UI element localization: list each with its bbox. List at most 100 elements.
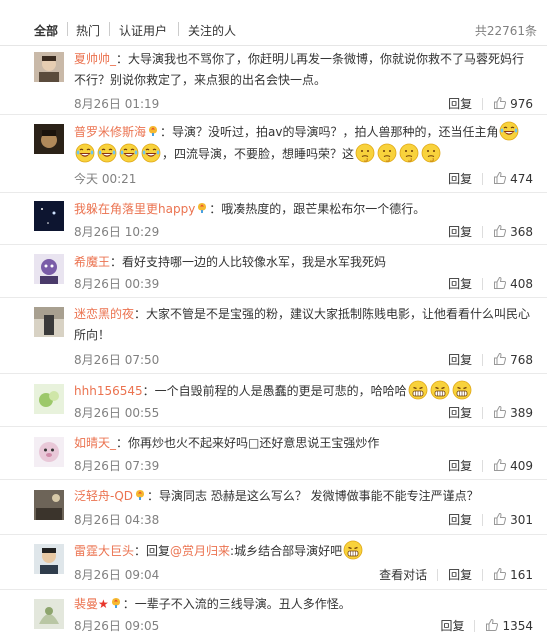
reply-button[interactable]: 回复 (448, 351, 472, 368)
comment-author[interactable]: 裴曼 (74, 597, 98, 611)
reply-button[interactable]: 回复 (440, 617, 464, 633)
avatar[interactable] (34, 384, 64, 414)
laughing-emoji-icon (75, 143, 95, 163)
like-button[interactable]: 408 (493, 276, 533, 291)
comment-text: ：一辈子不入流的三线导演。丑人多作怪。 (122, 597, 351, 611)
like-button[interactable]: 368 (493, 224, 533, 239)
tab-verified-users[interactable]: 认证用户 (119, 22, 167, 39)
star-icon: ★ (98, 597, 109, 611)
comment-item: 夏帅帅_：大导演我也不骂你了，你赶明儿再发一条微博，你就说你救不了马蓉死妈行不行… (0, 46, 547, 115)
comment-time: 8月26日 07:50 (74, 353, 160, 367)
comment-item: 如晴天_：你再炒也火不起来好吗□还好意思说王宝强炒作 8月26日 07:39 回… (0, 427, 547, 480)
grinning-emoji-icon (343, 540, 363, 560)
like-button[interactable]: 976 (493, 96, 533, 111)
grinning-emoji-icon (430, 380, 450, 400)
reply-button[interactable]: 回复 (448, 404, 472, 421)
avatar[interactable] (34, 544, 64, 574)
member-badge-icon (110, 597, 122, 609)
comment-item: 迷恋黑的夜：大家不管是不是宝强的粉，建议大家抵制陈贱电影，让他看看什么叫民心所向… (0, 298, 547, 374)
comment-time: 8月26日 04:38 (74, 513, 160, 527)
laughing-emoji-icon (141, 143, 161, 163)
thinking-emoji-icon (377, 143, 397, 163)
like-count: 976 (510, 97, 533, 111)
comment-author[interactable]: 夏帅帅_ (74, 52, 116, 66)
thumbs-up-icon (493, 96, 507, 110)
comment-text: ：导演？没听过，拍av的导演吗？，拍人兽那种的，还当任主角 (160, 125, 499, 139)
member-badge-icon (147, 125, 159, 137)
comment-text: ：看好支持哪一边的人比较像水军，我是水军我死妈 (110, 255, 387, 269)
comments-panel: 全部 热门 认证用户 关注的人 共22761条 夏帅帅_：大导演我也不骂你了，你… (0, 0, 547, 633)
tab-hot[interactable]: 热门 (76, 22, 100, 39)
tab-divider (109, 22, 110, 36)
action-divider (482, 569, 484, 581)
comment-text-continued: :城乡结合部导演好吧 (230, 544, 343, 558)
comment-author[interactable]: 雷霆大巨头 (74, 544, 134, 558)
comment-author[interactable]: hhh156545 (74, 384, 143, 398)
avatar[interactable] (34, 490, 64, 520)
avatar[interactable] (34, 437, 64, 467)
comment-time: 8月26日 01:19 (74, 97, 160, 111)
avatar[interactable] (34, 254, 64, 284)
reply-button[interactable]: 回复 (448, 275, 472, 292)
like-button[interactable]: 1354 (485, 618, 533, 633)
comment-author[interactable]: 迷恋黑的夜 (74, 307, 134, 321)
thumbs-up-icon (493, 352, 507, 366)
like-button[interactable]: 161 (493, 567, 533, 582)
comment-author[interactable]: 希魔王 (74, 255, 110, 269)
reply-button[interactable]: 回复 (448, 223, 472, 240)
reply-button[interactable]: 回复 (448, 566, 472, 583)
like-count: 409 (510, 459, 533, 473)
reply-button[interactable]: 回复 (448, 457, 472, 474)
avatar[interactable] (34, 124, 64, 154)
like-count: 389 (510, 406, 533, 420)
comment-text: ：回复 (134, 544, 171, 558)
thumbs-up-icon (493, 224, 507, 238)
reply-button[interactable]: 回复 (448, 170, 472, 187)
like-count: 768 (510, 353, 533, 367)
comment-text: ：大家不管是不是宝强的粉，建议大家抵制陈贱电影，让他看看什么叫民心所向！ (74, 307, 531, 342)
comment-time: 8月26日 09:04 (74, 568, 160, 582)
thumbs-up-icon (493, 405, 507, 419)
thinking-emoji-icon (421, 143, 441, 163)
like-count: 1354 (502, 619, 533, 633)
tab-divider (178, 22, 179, 36)
member-badge-icon (196, 202, 208, 214)
view-dialog-button[interactable]: 查看对话 (379, 566, 427, 583)
action-divider (482, 98, 484, 110)
like-button[interactable]: 389 (493, 405, 533, 420)
comment-text: ：一个自毁前程的人是愚蠢的更是可悲的，哈哈哈 (142, 384, 407, 398)
action-divider (482, 226, 484, 238)
like-button[interactable]: 768 (493, 352, 533, 367)
thinking-emoji-icon (399, 143, 419, 163)
like-button[interactable]: 409 (493, 458, 533, 473)
avatar[interactable] (34, 307, 64, 337)
like-count: 301 (510, 513, 533, 527)
action-divider (482, 514, 484, 526)
comment-time: 8月26日 10:29 (74, 225, 160, 239)
reply-button[interactable]: 回复 (448, 511, 472, 528)
comment-author[interactable]: 如晴天_ (74, 436, 116, 450)
comment-author[interactable]: 普罗米修斯海 (74, 125, 146, 139)
avatar[interactable] (34, 201, 64, 231)
comment-item: 希魔王：看好支持哪一边的人比较像水军，我是水军我死妈 8月26日 00:39 回… (0, 245, 547, 298)
avatar[interactable] (34, 52, 64, 82)
avatar[interactable] (34, 599, 64, 629)
action-divider (482, 407, 484, 419)
thumbs-up-icon (493, 276, 507, 290)
comment-author[interactable]: 泛轻舟-QD (74, 489, 133, 503)
laughing-emoji-icon (97, 143, 117, 163)
comment-time: 今天 00:21 (74, 172, 137, 186)
action-divider (482, 354, 484, 366)
action-divider (482, 278, 484, 290)
comment-item: 普罗米修斯海 ：导演？没听过，拍av的导演吗？，拍人兽那种的，还当任主角 ，四流导演… (0, 115, 547, 193)
tab-all[interactable]: 全部 (34, 22, 58, 39)
comment-time: 8月26日 09:05 (74, 619, 160, 633)
like-button[interactable]: 474 (493, 171, 533, 186)
mention-link[interactable]: @赏月归来 (170, 544, 230, 558)
comment-author[interactable]: 我躲在角落里更happy (74, 202, 195, 216)
like-button[interactable]: 301 (493, 512, 533, 527)
comment-filter-tabs: 全部 热门 认证用户 关注的人 共22761条 (0, 0, 547, 46)
tab-following[interactable]: 关注的人 (188, 22, 236, 39)
reply-button[interactable]: 回复 (448, 95, 472, 112)
like-count: 408 (510, 277, 533, 291)
